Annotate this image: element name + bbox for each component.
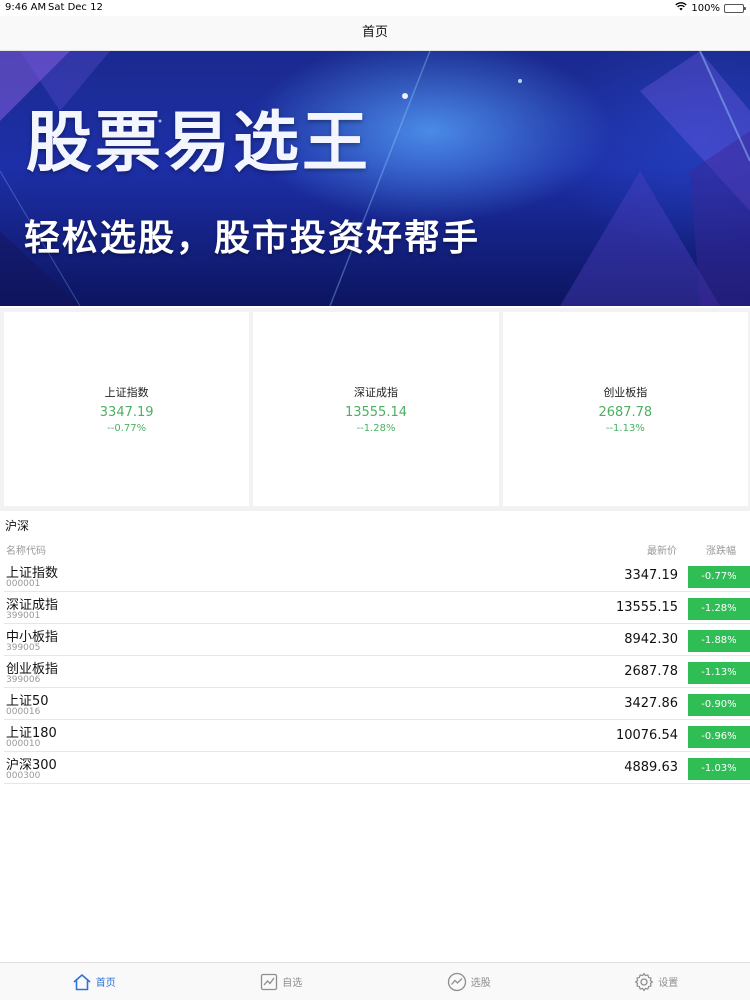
- table-row[interactable]: 上证180 000010 10076.54 -0.96%: [4, 720, 750, 752]
- change-badge[interactable]: -1.28%: [688, 598, 750, 620]
- index-card-value: 13555.14: [344, 405, 407, 420]
- tab-settings[interactable]: 设置: [563, 963, 750, 1000]
- tab-label: 选股: [470, 978, 491, 989]
- index-card-name: 深证成指: [353, 386, 398, 399]
- index-card-change: --1.13%: [605, 423, 645, 434]
- table-row[interactable]: 沪深300 000300 4889.63 -1.03%: [4, 752, 750, 784]
- change-badge[interactable]: -0.77%: [688, 566, 750, 588]
- stock-code: 399006: [6, 675, 41, 685]
- change-badge[interactable]: -1.13%: [688, 662, 750, 684]
- header-latest-price[interactable]: 最新价: [647, 542, 677, 557]
- stock-price: 3347.19: [624, 568, 678, 583]
- tab-watchlist[interactable]: 自选: [188, 963, 376, 1000]
- stock-code: 000010: [6, 739, 41, 749]
- index-card-chinext[interactable]: 创业板指 2687.78 --1.13%: [502, 312, 748, 506]
- wifi-icon: [675, 2, 688, 14]
- index-card-name: 创业板指: [603, 386, 648, 399]
- list-header: 名称代码 最新价 涨跌幅: [0, 542, 750, 558]
- stock-code: 000001: [6, 579, 41, 589]
- stock-code: 000300: [6, 771, 41, 781]
- banner-subtitle: 轻松选股，股市投资好帮手: [24, 218, 481, 259]
- header-change-percent[interactable]: 涨跌幅: [706, 542, 736, 557]
- banner-title: 股票易选王: [26, 104, 371, 181]
- stock-code: 399005: [6, 643, 41, 653]
- stock-price: 13555.15: [615, 600, 678, 615]
- chart-icon: [260, 973, 278, 991]
- gear-icon: [634, 972, 654, 992]
- status-indicators: 100%: [675, 2, 746, 14]
- section-title: 沪深: [5, 519, 30, 533]
- table-row[interactable]: 中小板指 399005 8942.30 -1.88%: [4, 624, 750, 656]
- tab-home[interactable]: 首页: [0, 963, 188, 1000]
- table-row[interactable]: 上证指数 000001 3347.19 -0.77%: [4, 560, 750, 592]
- index-cards: 上证指数 3347.19 --0.77% 深证成指 13555.14 --1.2…: [0, 308, 750, 511]
- stock-price: 3427.86: [624, 696, 678, 711]
- battery-percent: 100%: [691, 2, 720, 14]
- change-badge[interactable]: -0.96%: [688, 726, 750, 748]
- tab-label: 首页: [95, 978, 116, 989]
- stock-price: 4889.63: [624, 760, 678, 775]
- table-row[interactable]: 深证成指 399001 13555.15 -1.28%: [4, 592, 750, 624]
- stock-code: 399001: [6, 611, 41, 621]
- change-badge[interactable]: -1.88%: [688, 630, 750, 652]
- index-card-value: 3347.19: [99, 405, 154, 420]
- stock-code: 000016: [6, 707, 41, 717]
- index-card-shenzhen[interactable]: 深证成指 13555.14 --1.28%: [253, 312, 499, 506]
- stock-price: 8942.30: [624, 632, 678, 647]
- battery-icon: [724, 3, 746, 13]
- index-card-shanghai[interactable]: 上证指数 3347.19 --0.77%: [4, 312, 250, 506]
- stock-list: 上证指数 000001 3347.19 -0.77% 深证成指 399001 1…: [0, 560, 750, 784]
- status-date: Sat Dec 12: [48, 2, 103, 13]
- table-row[interactable]: 创业板指 399006 2687.78 -1.13%: [4, 656, 750, 688]
- index-card-name: 上证指数: [104, 386, 149, 399]
- page-title: 首页: [361, 25, 388, 40]
- tab-label: 设置: [658, 978, 679, 989]
- change-badge[interactable]: -1.03%: [688, 758, 750, 780]
- nav-bar: 首页: [0, 16, 750, 51]
- trend-icon: [447, 972, 467, 992]
- home-icon: [72, 973, 92, 991]
- tab-label: 自选: [282, 978, 303, 989]
- header-name-code: 名称代码: [6, 546, 46, 557]
- index-card-change: --1.28%: [356, 423, 396, 434]
- tab-stock-picker[interactable]: 选股: [375, 963, 563, 1000]
- change-badge[interactable]: -0.90%: [688, 694, 750, 716]
- stock-price: 2687.78: [624, 664, 678, 679]
- hero-banner[interactable]: 股票易选王 轻松选股，股市投资好帮手: [0, 51, 750, 306]
- index-card-change: --0.77%: [107, 423, 147, 434]
- status-time: 9:46 AM: [5, 2, 47, 13]
- tab-bar: 首页 自选 选股 设置: [0, 962, 750, 1000]
- status-bar: 9:46 AM Sat Dec 12 100%: [0, 0, 750, 16]
- stock-price: 10076.54: [615, 728, 678, 743]
- index-card-value: 2687.78: [598, 405, 653, 420]
- table-row[interactable]: 上证50 000016 3427.86 -0.90%: [4, 688, 750, 720]
